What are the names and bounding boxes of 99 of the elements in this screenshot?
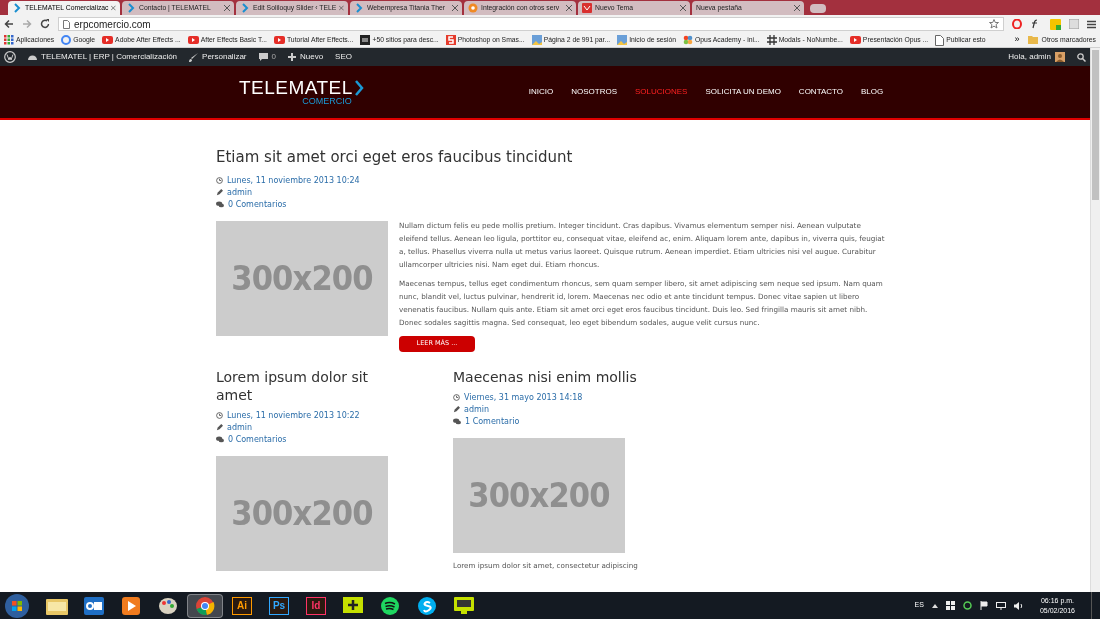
clock-icon xyxy=(216,412,223,419)
flower-icon xyxy=(683,35,694,45)
palette-icon xyxy=(158,596,178,615)
plus-icon xyxy=(288,53,296,61)
comments-icon xyxy=(216,436,224,443)
star-icon[interactable] xyxy=(989,19,999,29)
pencil-icon xyxy=(216,189,223,196)
nav-link[interactable]: BLOG xyxy=(861,86,884,98)
menu-icon[interactable] xyxy=(1087,19,1096,29)
comments-link[interactable]: 1 Comentario xyxy=(465,415,520,428)
close-icon xyxy=(339,5,344,11)
seo-link[interactable]: SEO xyxy=(335,51,352,63)
new-tab-button[interactable] xyxy=(810,4,826,13)
post-title[interactable]: Etiam sit amet orci eget eros faucibus tincidunt xyxy=(216,146,890,169)
image-icon xyxy=(617,35,628,45)
s-icon xyxy=(445,35,456,45)
plus-icon xyxy=(343,596,363,615)
flag-icon[interactable] xyxy=(979,601,988,610)
avatar-icon xyxy=(1055,52,1065,62)
chevron-icon xyxy=(240,3,250,13)
comments-icon xyxy=(453,418,461,425)
post-date[interactable]: Lunes, 11 noviembre 2013 10:24 xyxy=(227,174,360,187)
clock-icon xyxy=(453,394,460,401)
play-icon xyxy=(187,36,199,44)
post-date[interactable]: Lunes, 11 noviembre 2013 10:22 xyxy=(227,409,360,422)
mail-icon xyxy=(84,596,104,615)
post-title[interactable]: Lorem ipsum dolor sit amet xyxy=(216,367,388,404)
folder-icon xyxy=(1027,36,1038,44)
more-bookmarks-button[interactable]: » xyxy=(1014,33,1020,47)
mail-icon xyxy=(582,3,592,13)
pencil-icon xyxy=(216,424,223,431)
post-author[interactable]: admin xyxy=(227,186,253,199)
chevron-icon xyxy=(12,3,22,13)
close-icon xyxy=(680,5,686,11)
address-field[interactable]: erpcomercio.com xyxy=(58,17,1004,31)
nav-link[interactable]: INICIO xyxy=(528,86,554,98)
network-icon[interactable] xyxy=(995,601,1006,610)
square-icon xyxy=(360,35,371,45)
post-author[interactable]: admin xyxy=(227,421,253,434)
account-menu[interactable]: Hola, admin xyxy=(1008,51,1065,63)
nav-link[interactable]: SOLICITA UN DEMO xyxy=(705,86,781,98)
brush-icon xyxy=(189,52,199,62)
back-icon[interactable] xyxy=(4,19,14,29)
comments-link[interactable]: 0 Comentarios xyxy=(228,433,287,446)
page-icon xyxy=(63,19,70,29)
page-icon xyxy=(935,34,945,46)
chevron-icon xyxy=(126,3,136,13)
pencil-icon xyxy=(453,406,460,413)
comments-link[interactable]: 0 Comentarios xyxy=(228,198,287,211)
caret-icon[interactable] xyxy=(931,603,938,608)
site-link[interactable]: TELEMATEL | ERP | Comercialización xyxy=(28,51,178,63)
hash-icon xyxy=(766,35,777,45)
nav-link[interactable]: NOSOTROS xyxy=(571,86,617,98)
gear-icon xyxy=(468,3,478,13)
image-icon xyxy=(531,35,542,45)
clock-icon xyxy=(216,177,223,184)
apps-grid-icon xyxy=(4,35,14,45)
logo[interactable]: TELEMATEL COMERCIO xyxy=(239,78,364,106)
taskbar-app[interactable]: Id xyxy=(298,593,334,618)
speech-bubble-icon xyxy=(258,53,268,61)
spotify-icon xyxy=(380,595,400,616)
dashboard-icon xyxy=(28,53,37,61)
play-icon xyxy=(273,36,285,44)
post-title[interactable]: Maecenas nisi enim mollis xyxy=(453,367,637,386)
chrome-icon xyxy=(195,595,215,616)
nav-link[interactable]: SOLUCIONES xyxy=(634,86,688,98)
placeholder-image: 300x200 xyxy=(216,220,388,336)
sync-icon[interactable] xyxy=(962,601,972,610)
speaker-icon[interactable] xyxy=(1013,601,1024,610)
nav-link[interactable]: CONTACTO xyxy=(798,86,843,98)
chevron-icon xyxy=(354,3,364,13)
placeholder-image: 300x200 xyxy=(216,455,388,571)
skype-icon xyxy=(417,595,437,616)
play-icon xyxy=(849,36,861,44)
customize-link[interactable]: Personalizar xyxy=(189,51,247,63)
reload-icon[interactable] xyxy=(40,19,50,29)
monitor-icon xyxy=(454,596,474,615)
post-author[interactable]: admin xyxy=(464,403,490,416)
taskbar-app[interactable]: Ps xyxy=(261,593,297,618)
placeholder-image: 300x200 xyxy=(453,437,625,553)
search-icon[interactable] xyxy=(1077,52,1086,62)
close-icon xyxy=(452,5,458,11)
chevron-icon xyxy=(354,79,364,96)
close-icon xyxy=(566,5,572,11)
comments-icon xyxy=(216,201,224,208)
close-icon xyxy=(224,5,230,11)
taskbar-app[interactable] xyxy=(187,593,223,618)
start-button[interactable] xyxy=(4,592,30,619)
play-icon xyxy=(102,36,114,44)
play-icon xyxy=(122,596,140,615)
post-date[interactable]: Viernes, 31 mayo 2013 14:18 xyxy=(464,391,583,404)
close-icon xyxy=(794,5,800,11)
comments-link[interactable]: 0 xyxy=(258,51,276,63)
close-icon xyxy=(111,5,116,11)
windows-icon[interactable] xyxy=(945,601,955,610)
taskbar-app[interactable]: Ai xyxy=(224,593,260,618)
new-link[interactable]: Nuevo xyxy=(288,51,324,63)
folder-icon xyxy=(46,596,68,615)
extension-icon[interactable] xyxy=(1050,18,1061,30)
